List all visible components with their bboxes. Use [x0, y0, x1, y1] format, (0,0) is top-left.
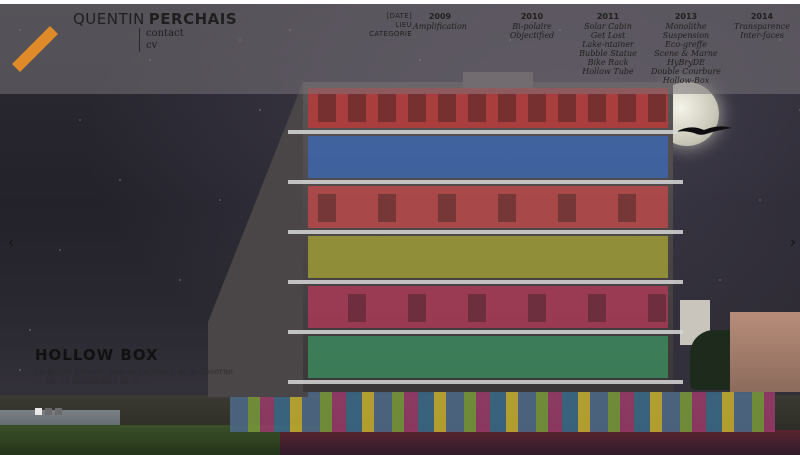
project-link[interactable]: Solar Cabin: [563, 22, 653, 31]
year-heading: 2014: [750, 12, 774, 21]
year-column-2011: 2011 Solar Cabin Get Lost Lake-ntainer B…: [563, 12, 653, 76]
project-timeline: 2009 Amplification 2010 Bi-polaire Objec…: [0, 12, 800, 92]
project-link[interactable]: Double Courbure: [641, 67, 731, 76]
project-link[interactable]: HyBryDE: [641, 58, 731, 67]
graffiti-wall: [230, 392, 775, 432]
road: [280, 430, 800, 455]
project-link[interactable]: Bubble Statue: [563, 49, 653, 58]
site-header: QUENTIN PERCHAIS contact cv [DATE] LIEU C…: [0, 0, 800, 94]
house: [730, 312, 800, 392]
year-heading: 2011: [596, 12, 620, 21]
project-link[interactable]: Eco-greffe: [641, 40, 731, 49]
slide-title: HOLLOW BOX: [35, 346, 159, 364]
project-link[interactable]: Lake-ntainer: [563, 40, 653, 49]
project-link[interactable]: Amplification: [395, 22, 485, 31]
slide-pagination: [35, 408, 62, 415]
slide-dot[interactable]: [55, 408, 62, 415]
slide-description: Le projet s'insert dans le batiment de l…: [35, 367, 233, 386]
project-link[interactable]: Bike Rack: [563, 58, 653, 67]
project-link[interactable]: Hollow Tube: [563, 67, 653, 76]
year-heading: 2009: [428, 12, 452, 21]
year-column-2009: 2009 Amplification: [395, 12, 485, 31]
next-slide-arrow-icon[interactable]: ›: [790, 234, 800, 250]
slide-dot[interactable]: [45, 408, 52, 415]
project-link[interactable]: Inter-faces: [717, 31, 800, 40]
year-column-2014: 2014 Transparence Inter-faces: [717, 12, 800, 40]
prev-slide-arrow-icon[interactable]: ‹: [8, 234, 18, 250]
graffiti-building: [208, 72, 683, 397]
project-link[interactable]: Scene & Marne: [641, 49, 731, 58]
project-link[interactable]: Get Lost: [563, 31, 653, 40]
project-link-active[interactable]: Hollow-Box: [641, 76, 731, 85]
project-link[interactable]: Transparence: [717, 22, 800, 31]
slide-dot[interactable]: [35, 408, 42, 415]
